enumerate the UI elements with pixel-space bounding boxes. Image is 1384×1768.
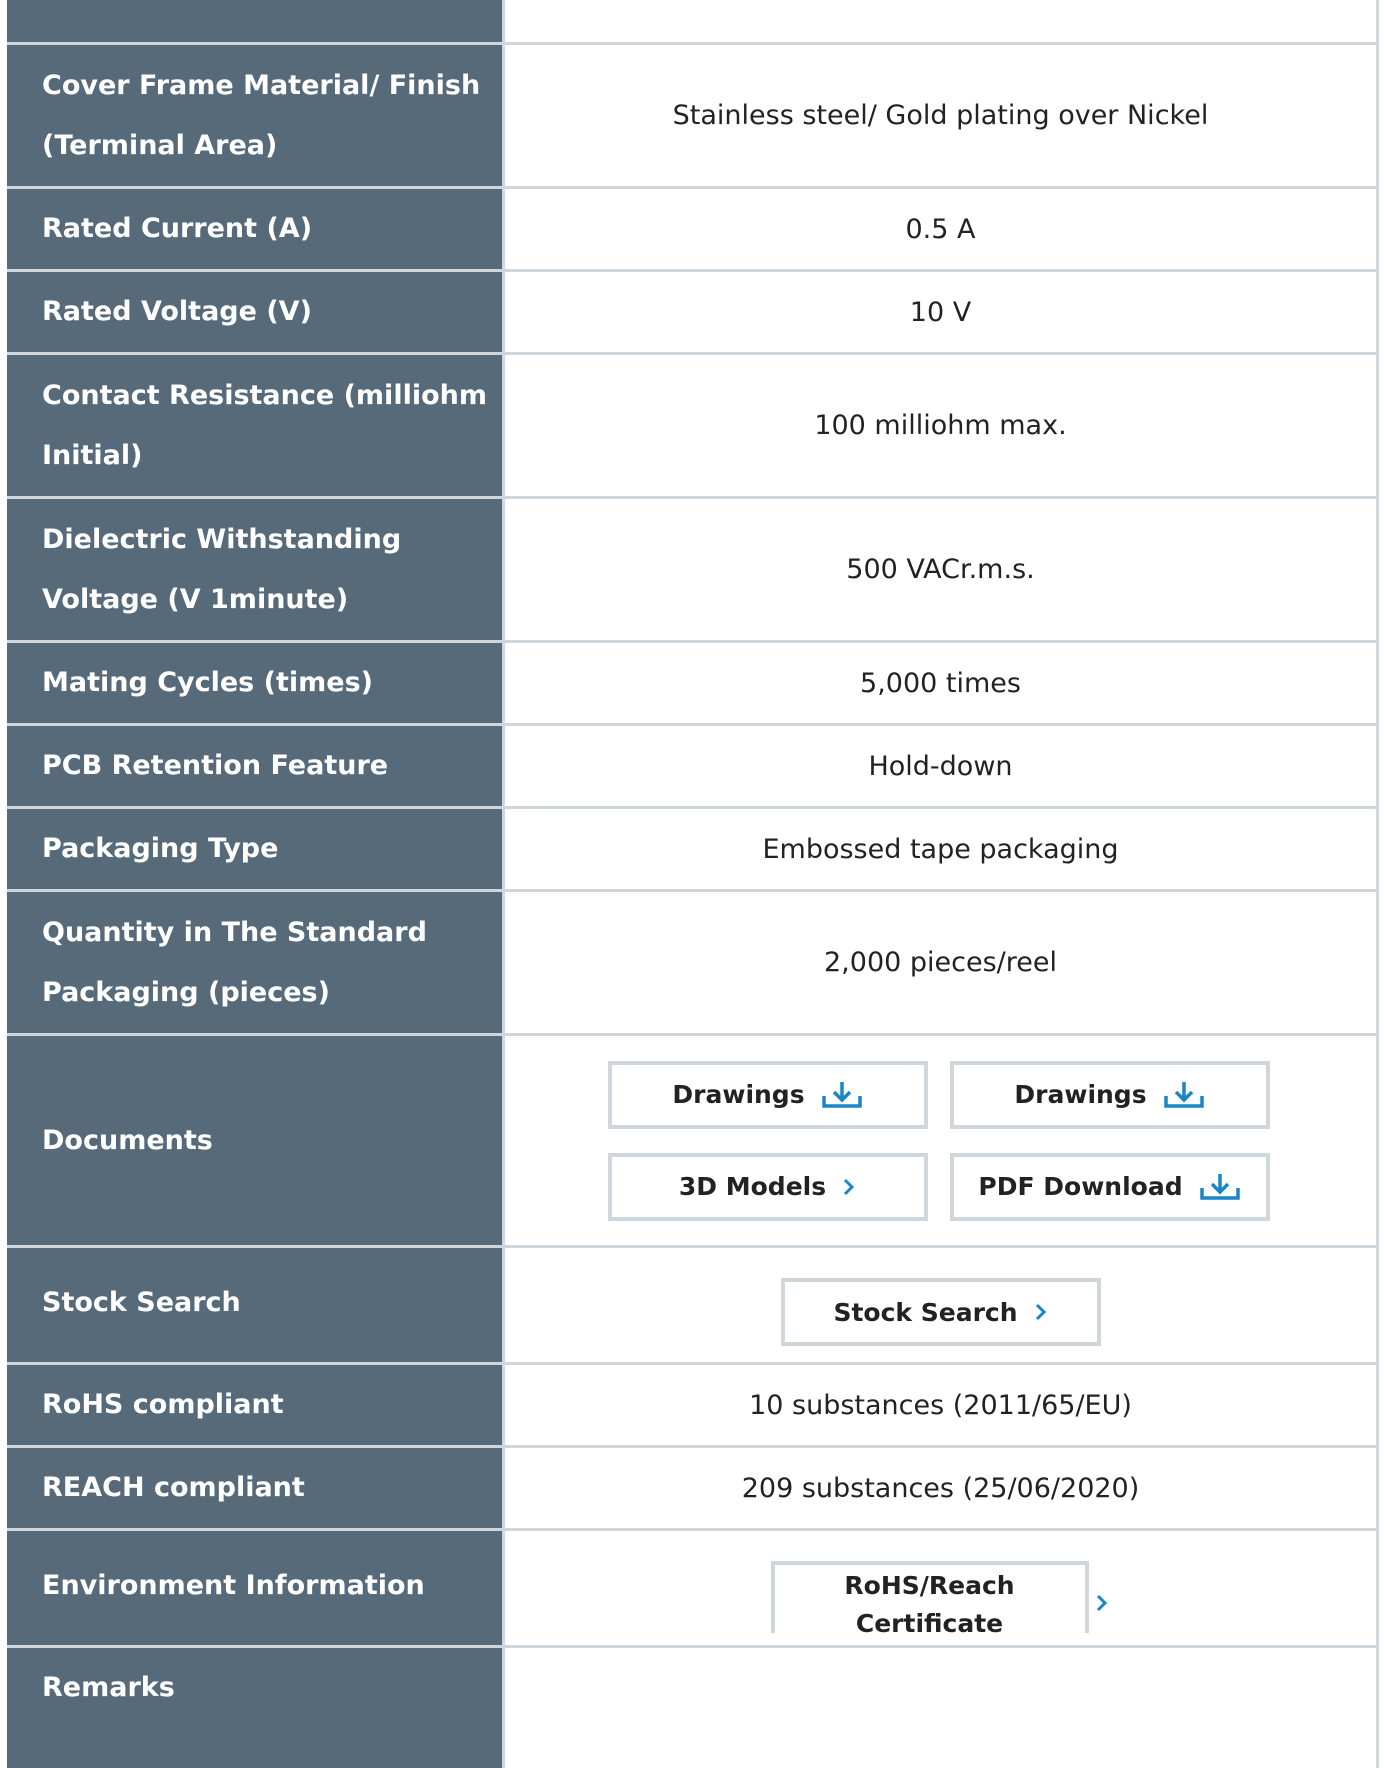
- 3d-models-button-label: 3D Models: [678, 1172, 827, 1201]
- table-row-documents: Documents Drawings Drawings 3D Models PD…: [7, 1033, 1379, 1245]
- stock-search-label: Stock Search: [7, 1248, 502, 1362]
- spec-table: Cover Frame Material/ Finish (Terminal A…: [7, 0, 1379, 1768]
- table-row: Rated Current (A) 0.5 A: [7, 186, 1379, 269]
- table-row: Mating Cycles (times) 5,000 times: [7, 640, 1379, 723]
- chevron-right-icon: [842, 1177, 856, 1197]
- download-icon: [1199, 1172, 1241, 1202]
- documents-label: Documents: [7, 1036, 502, 1245]
- table-row-stock-search: Stock Search Stock Search: [7, 1245, 1379, 1362]
- drawings-button[interactable]: Drawings: [607, 1060, 928, 1129]
- documents-button-grid: Drawings Drawings 3D Models PDF Download: [607, 1060, 1270, 1221]
- spec-value: 100 milliohm max.: [502, 355, 1379, 496]
- spec-value: Stainless steel/ Gold plating over Nicke…: [502, 45, 1379, 186]
- spec-value: 5,000 times: [502, 643, 1379, 723]
- table-row: Contact Resistance (milliohm Initial) 10…: [7, 352, 1379, 496]
- table-row: Rated Voltage (V) 10 V: [7, 269, 1379, 352]
- table-row: [7, 0, 1379, 42]
- rohs-value: 10 substances (2011/65/EU): [502, 1365, 1379, 1445]
- spec-value: Hold-down: [502, 726, 1379, 806]
- spec-value: 0.5 A: [502, 189, 1379, 269]
- remarks-label: Remarks: [7, 1648, 502, 1768]
- spec-label: Dielectric Withstanding Voltage (V 1minu…: [7, 499, 502, 640]
- pdf-download-button[interactable]: PDF Download: [949, 1152, 1270, 1221]
- spec-label: Cover Frame Material/ Finish (Terminal A…: [7, 45, 502, 186]
- table-row-remarks: Remarks: [7, 1645, 1379, 1768]
- 3d-models-button[interactable]: 3D Models: [607, 1152, 928, 1221]
- spec-label: Quantity in The Standard Packaging (piec…: [7, 892, 502, 1033]
- stock-search-button[interactable]: Stock Search: [780, 1278, 1101, 1346]
- chevron-right-icon: [1095, 1593, 1109, 1613]
- reach-label: REACH compliant: [7, 1448, 502, 1528]
- table-row: Dielectric Withstanding Voltage (V 1minu…: [7, 496, 1379, 640]
- spec-value: 500 VACr.m.s.: [502, 499, 1379, 640]
- table-row-environment: Environment Information RoHS/Reach Certi…: [7, 1528, 1379, 1645]
- download-icon: [821, 1080, 863, 1110]
- spec-label: Mating Cycles (times): [7, 643, 502, 723]
- spec-value: [502, 0, 1379, 42]
- spec-value: Embossed tape packaging: [502, 809, 1379, 889]
- documents-cell: Drawings Drawings 3D Models PDF Download: [502, 1036, 1379, 1245]
- rohs-label: RoHS compliant: [7, 1365, 502, 1445]
- reach-value: 209 substances (25/06/2020): [502, 1448, 1379, 1528]
- drawings-button-label: Drawings: [672, 1080, 805, 1109]
- table-row: Quantity in The Standard Packaging (piec…: [7, 889, 1379, 1033]
- spec-value: 2,000 pieces/reel: [502, 892, 1379, 1033]
- drawings-button-2[interactable]: Drawings: [949, 1060, 1270, 1129]
- drawings-button-label: Drawings: [1014, 1080, 1147, 1109]
- spec-label: PCB Retention Feature: [7, 726, 502, 806]
- stock-search-cell: Stock Search: [502, 1248, 1379, 1362]
- chevron-right-icon: [1034, 1302, 1048, 1322]
- download-icon: [1163, 1080, 1205, 1110]
- table-row: PCB Retention Feature Hold-down: [7, 723, 1379, 806]
- table-row: Cover Frame Material/ Finish (Terminal A…: [7, 42, 1379, 186]
- rohs-reach-certificate-button[interactable]: RoHS/Reach Certificate: [770, 1561, 1089, 1633]
- pdf-download-button-label: PDF Download: [978, 1172, 1183, 1201]
- spec-label: Packaging Type: [7, 809, 502, 889]
- environment-label: Environment Information: [7, 1531, 502, 1645]
- spec-label: [7, 0, 502, 42]
- spec-label: Rated Voltage (V): [7, 272, 502, 352]
- table-row: REACH compliant 209 substances (25/06/20…: [7, 1445, 1379, 1528]
- environment-cell: RoHS/Reach Certificate: [502, 1531, 1379, 1645]
- stock-search-button-label: Stock Search: [833, 1297, 1018, 1327]
- certificate-button-line1: RoHS/Reach: [844, 1571, 1015, 1600]
- table-row: RoHS compliant 10 substances (2011/65/EU…: [7, 1362, 1379, 1445]
- table-row: Packaging Type Embossed tape packaging: [7, 806, 1379, 889]
- spec-value: 10 V: [502, 272, 1379, 352]
- spec-label: Contact Resistance (milliohm Initial): [7, 355, 502, 496]
- certificate-button-line2: Certificate: [855, 1609, 1004, 1633]
- spec-label: Rated Current (A): [7, 189, 502, 269]
- remarks-value: [502, 1648, 1379, 1768]
